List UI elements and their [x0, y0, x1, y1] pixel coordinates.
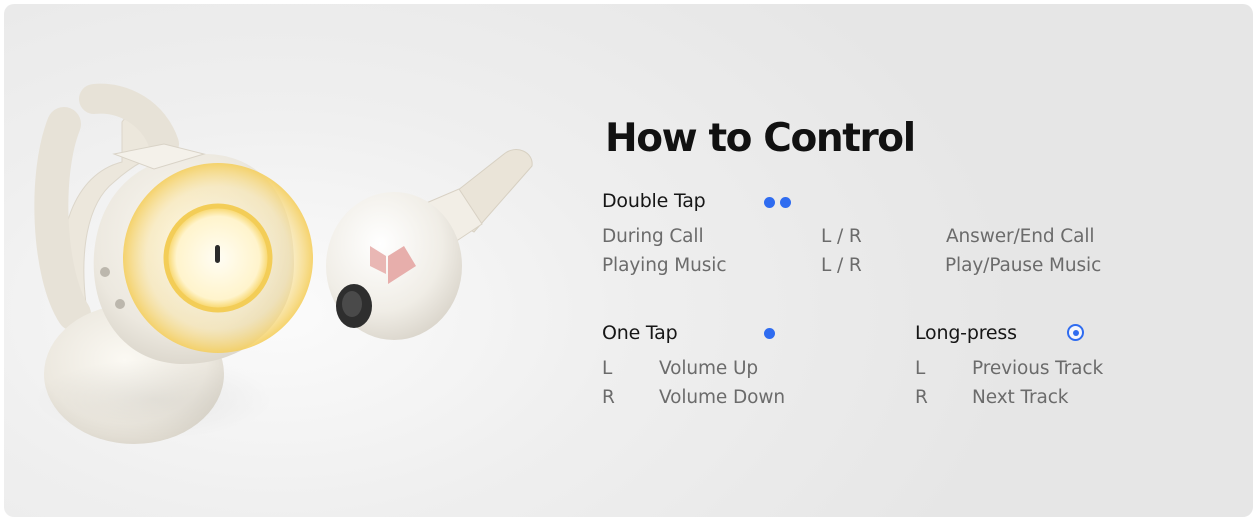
- earbuds-illustration: [34, 83, 533, 444]
- double-tap-heading: Double Tap: [602, 190, 706, 212]
- one-tap-heading: One Tap: [602, 322, 678, 344]
- long-press-heading: Long-press: [915, 322, 1017, 344]
- one-tap-result: Volume Up: [659, 358, 759, 379]
- one-tap-side: R: [602, 387, 615, 408]
- double-tap-action: During Call: [602, 226, 704, 247]
- long-press-side: R: [915, 387, 928, 408]
- double-tap-action: Playing Music: [602, 255, 727, 276]
- one-tap-result: Volume Down: [659, 387, 786, 408]
- double-tap-result: Answer/End Call: [946, 226, 1095, 247]
- long-press-side: L: [915, 358, 926, 379]
- one-tap-side: L: [602, 358, 613, 379]
- page-title: How to Control: [605, 116, 916, 161]
- ring-dot-icon: [1067, 324, 1084, 341]
- control-panel: How to Control Double Tap During Call L …: [4, 4, 1253, 517]
- long-press-result: Next Track: [972, 387, 1069, 408]
- double-tap-side: L / R: [821, 226, 862, 247]
- double-tap-side: L / R: [821, 255, 862, 276]
- double-tap-result: Play/Pause Music: [945, 255, 1102, 276]
- single-dot-icon: [764, 328, 775, 339]
- long-press-result: Previous Track: [972, 358, 1104, 379]
